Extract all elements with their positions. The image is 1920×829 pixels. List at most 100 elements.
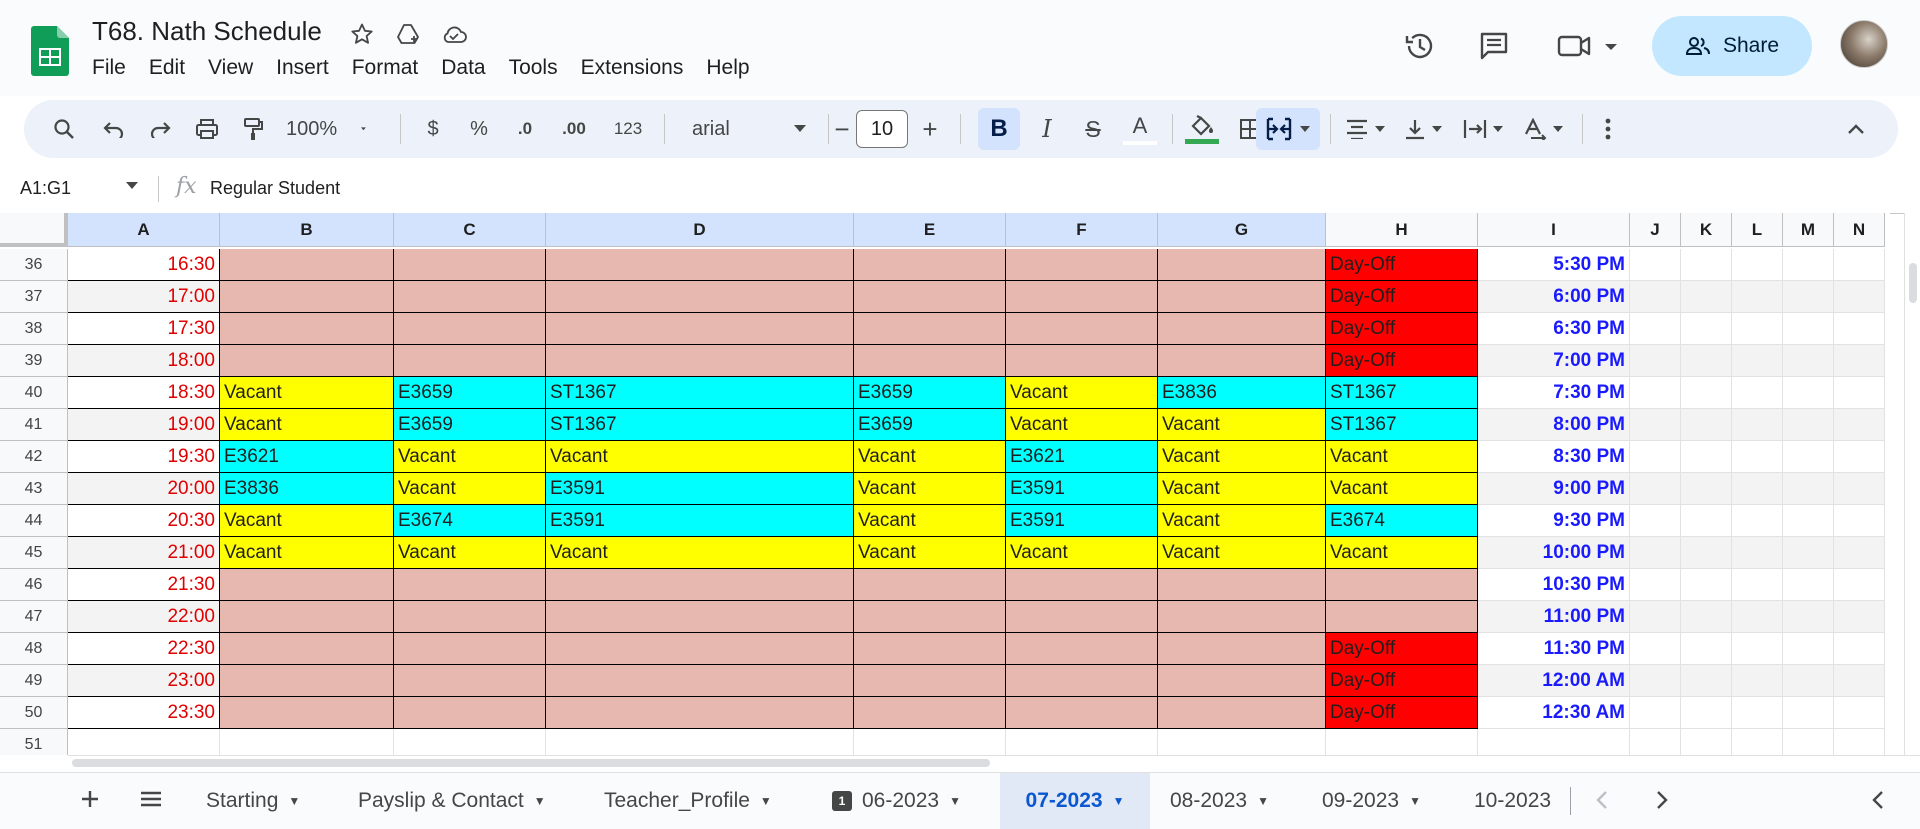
cell-g49[interactable] bbox=[1158, 665, 1326, 697]
cell-m49[interactable] bbox=[1783, 665, 1834, 697]
star-icon[interactable] bbox=[348, 20, 376, 48]
cell-n47[interactable] bbox=[1834, 601, 1885, 633]
cell-b47[interactable] bbox=[220, 601, 394, 633]
cell-m38[interactable] bbox=[1783, 313, 1834, 345]
column-header-i[interactable]: I bbox=[1478, 213, 1630, 247]
cell-a41[interactable]: 19:00 bbox=[68, 409, 220, 441]
cell-h38[interactable]: Day-Off bbox=[1326, 313, 1478, 345]
cell-l44[interactable] bbox=[1732, 505, 1783, 537]
cell-j39[interactable] bbox=[1630, 345, 1681, 377]
bold-button[interactable]: B bbox=[978, 108, 1020, 150]
font-size-input[interactable]: 10 bbox=[856, 110, 908, 148]
cell-c50[interactable] bbox=[394, 697, 546, 729]
cell-g42[interactable]: Vacant bbox=[1158, 441, 1326, 473]
cell-b36[interactable] bbox=[220, 249, 394, 281]
cell-a37[interactable]: 17:00 bbox=[68, 281, 220, 313]
cell-i48[interactable]: 11:30 PM bbox=[1478, 633, 1630, 665]
cell-g37[interactable] bbox=[1158, 281, 1326, 313]
scroll-tabs-left-icon[interactable] bbox=[1594, 789, 1610, 816]
cell-e36[interactable] bbox=[854, 249, 1006, 281]
paint-format-icon[interactable] bbox=[236, 100, 270, 158]
cell-m43[interactable] bbox=[1783, 473, 1834, 505]
cell-c42[interactable]: Vacant bbox=[394, 441, 546, 473]
column-header-g[interactable]: G bbox=[1158, 213, 1326, 247]
add-sheet-icon[interactable] bbox=[78, 787, 102, 816]
sheet-tab-teacher-profile[interactable]: Teacher_Profile ▼ bbox=[588, 773, 788, 829]
cell-k41[interactable] bbox=[1681, 409, 1732, 441]
cell-d45[interactable]: Vacant bbox=[546, 537, 854, 569]
italic-button[interactable]: I bbox=[1028, 100, 1066, 158]
cell-f51[interactable] bbox=[1006, 729, 1158, 755]
cell-b37[interactable] bbox=[220, 281, 394, 313]
cell-b45[interactable]: Vacant bbox=[220, 537, 394, 569]
cell-k43[interactable] bbox=[1681, 473, 1732, 505]
version-history-icon[interactable] bbox=[1400, 26, 1440, 66]
cell-e48[interactable] bbox=[854, 633, 1006, 665]
cell-l43[interactable] bbox=[1732, 473, 1783, 505]
cell-m44[interactable] bbox=[1783, 505, 1834, 537]
cell-m41[interactable] bbox=[1783, 409, 1834, 441]
cell-b49[interactable] bbox=[220, 665, 394, 697]
cell-j51[interactable] bbox=[1630, 729, 1681, 755]
merge-cells-button[interactable] bbox=[1256, 108, 1320, 150]
cell-h40[interactable]: ST1367 bbox=[1326, 377, 1478, 409]
cell-i51[interactable] bbox=[1478, 729, 1630, 755]
move-to-drive-icon[interactable] bbox=[394, 20, 422, 48]
row-header[interactable]: 39 bbox=[0, 345, 68, 377]
vertical-scrollbar[interactable] bbox=[1904, 213, 1920, 755]
cell-c45[interactable]: Vacant bbox=[394, 537, 546, 569]
column-header-j[interactable]: J bbox=[1630, 213, 1681, 247]
cell-n39[interactable] bbox=[1834, 345, 1885, 377]
menu-format[interactable]: Format bbox=[352, 56, 431, 80]
cell-n50[interactable] bbox=[1834, 697, 1885, 729]
cell-a43[interactable]: 20:00 bbox=[68, 473, 220, 505]
cell-c44[interactable]: E3674 bbox=[394, 505, 546, 537]
column-header-m[interactable]: M bbox=[1783, 213, 1834, 247]
more-options-icon[interactable] bbox=[1590, 100, 1626, 158]
cell-l42[interactable] bbox=[1732, 441, 1783, 473]
cell-c36[interactable] bbox=[394, 249, 546, 281]
cell-f44[interactable]: E3591 bbox=[1006, 505, 1158, 537]
row-header[interactable]: 50 bbox=[0, 697, 68, 729]
cell-e51[interactable] bbox=[854, 729, 1006, 755]
cell-j36[interactable] bbox=[1630, 249, 1681, 281]
cell-d39[interactable] bbox=[546, 345, 854, 377]
column-header-k[interactable]: K bbox=[1681, 213, 1732, 247]
cell-k47[interactable] bbox=[1681, 601, 1732, 633]
comments-icon[interactable] bbox=[1474, 26, 1514, 66]
cell-l37[interactable] bbox=[1732, 281, 1783, 313]
cell-g48[interactable] bbox=[1158, 633, 1326, 665]
increase-font-size-button[interactable]: + bbox=[912, 100, 948, 158]
column-header-n[interactable]: N bbox=[1834, 213, 1885, 247]
cell-l40[interactable] bbox=[1732, 377, 1783, 409]
cell-d48[interactable] bbox=[546, 633, 854, 665]
chevron-down-icon[interactable]: ▼ bbox=[1257, 794, 1269, 808]
row-header[interactable]: 45 bbox=[0, 537, 68, 569]
cell-m51[interactable] bbox=[1783, 729, 1834, 755]
font-family-select[interactable]: arial bbox=[680, 100, 816, 158]
cell-a44[interactable]: 20:30 bbox=[68, 505, 220, 537]
cell-b48[interactable] bbox=[220, 633, 394, 665]
cell-k42[interactable] bbox=[1681, 441, 1732, 473]
cell-i47[interactable]: 11:00 PM bbox=[1478, 601, 1630, 633]
cell-k40[interactable] bbox=[1681, 377, 1732, 409]
cell-f36[interactable] bbox=[1006, 249, 1158, 281]
cell-c37[interactable] bbox=[394, 281, 546, 313]
cell-b50[interactable] bbox=[220, 697, 394, 729]
cell-i36[interactable]: 5:30 PM bbox=[1478, 249, 1630, 281]
cell-d41[interactable]: ST1367 bbox=[546, 409, 854, 441]
cell-i42[interactable]: 8:30 PM bbox=[1478, 441, 1630, 473]
sheet-tab-06-2023[interactable]: 1 06-2023 ▼ bbox=[816, 773, 977, 829]
cell-g43[interactable]: Vacant bbox=[1158, 473, 1326, 505]
cell-a40[interactable]: 18:30 bbox=[68, 377, 220, 409]
cell-a45[interactable]: 21:00 bbox=[68, 537, 220, 569]
cell-j40[interactable] bbox=[1630, 377, 1681, 409]
chevron-down-icon[interactable]: ▼ bbox=[760, 794, 772, 808]
cell-h50[interactable]: Day-Off bbox=[1326, 697, 1478, 729]
all-sheets-icon[interactable] bbox=[138, 787, 164, 816]
cell-e44[interactable]: Vacant bbox=[854, 505, 1006, 537]
cell-f47[interactable] bbox=[1006, 601, 1158, 633]
cell-e40[interactable]: E3659 bbox=[854, 377, 1006, 409]
row-header[interactable]: 41 bbox=[0, 409, 68, 441]
cell-h39[interactable]: Day-Off bbox=[1326, 345, 1478, 377]
